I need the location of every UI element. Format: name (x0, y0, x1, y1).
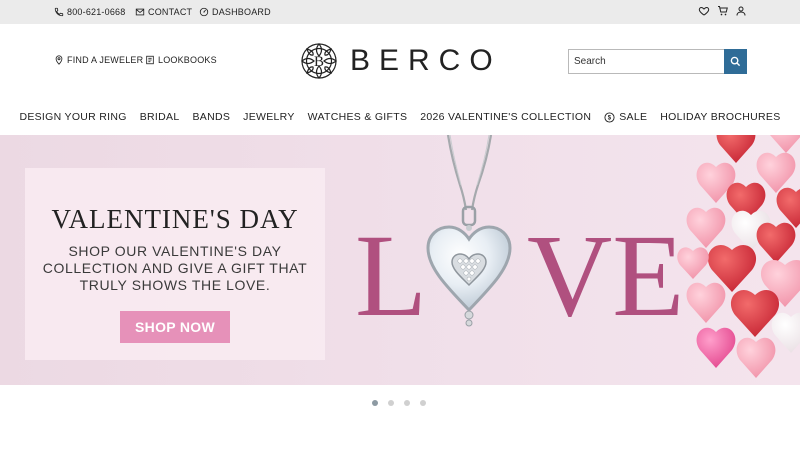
find-jeweler-link[interactable]: FIND A JEWELER (54, 55, 143, 65)
nav-label: BANDS (192, 111, 231, 123)
love-letter-l: L (355, 210, 427, 341)
promo-title: VALENTINE'S DAY (51, 204, 299, 234)
heart-icon[interactable] (698, 5, 710, 17)
carousel-dot-4[interactable] (420, 400, 426, 406)
nav-watches-gifts[interactable]: WATCHES & GIFTS (301, 111, 414, 123)
carousel-dot-2[interactable] (388, 400, 394, 406)
contact-label: CONTACT (148, 7, 193, 17)
site-header: FIND A JEWELER LOOKBOOKS B BERCO (0, 24, 800, 100)
nav-label: JEWELRY (243, 111, 295, 123)
nav-jewelry[interactable]: JEWELRY (237, 111, 302, 123)
utility-bar: 800-621-0668 CONTACT DASHBOARD (0, 0, 800, 24)
nav-bands[interactable]: BANDS (186, 111, 237, 123)
love-letters-ve: VE (527, 210, 684, 341)
dollar-circle-icon: $ (604, 111, 615, 123)
berco-logo[interactable]: B BERCO (300, 42, 502, 80)
nav-sale[interactable]: $ SALE (598, 111, 654, 123)
lookbooks-link[interactable]: LOOKBOOKS (145, 55, 217, 65)
carousel-dots (372, 400, 426, 406)
nav-label: 2026 VALENTINE'S COLLECTION (420, 111, 592, 123)
carousel-dot-1[interactable] (372, 400, 378, 406)
search-icon (730, 56, 741, 67)
nav-label: HOLIDAY BROCHURES (660, 111, 781, 123)
hero-banner[interactable]: L VE VALENTINE'S DAY SHOP OUR VALENTINE'… (0, 135, 800, 385)
phone-link[interactable]: 800-621-0668 (54, 0, 125, 24)
promo-panel: VALENTINE'S DAY SHOP OUR VALENTINE'S DAY… (25, 168, 325, 360)
nav-label: DESIGN YOUR RING (19, 111, 127, 123)
main-nav: DESIGN YOUR RING BRIDAL BANDS JEWELRY WA… (0, 104, 800, 130)
promo-subtitle: SHOP OUR VALENTINE'S DAY COLLECTION AND … (42, 243, 308, 293)
dashboard-icon (199, 7, 209, 17)
nav-label: WATCHES & GIFTS (307, 111, 408, 123)
dashboard-link[interactable]: DASHBOARD (199, 0, 271, 24)
svg-text:B: B (314, 54, 324, 70)
nav-valentines-collection[interactable]: 2026 VALENTINE'S COLLECTION (414, 111, 598, 123)
logo-emblem-icon: B (301, 43, 337, 79)
user-icon[interactable] (735, 5, 747, 17)
phone-number: 800-621-0668 (67, 7, 126, 17)
nav-bridal[interactable]: BRIDAL (133, 111, 186, 123)
cart-icon[interactable] (717, 5, 729, 17)
nav-design-your-ring[interactable]: DESIGN YOUR RING (13, 111, 133, 123)
logo-wordmark: BERCO (350, 44, 502, 77)
contact-link[interactable]: CONTACT (135, 0, 192, 24)
mail-icon (135, 8, 145, 16)
search-button[interactable] (724, 49, 747, 74)
find-jeweler-label: FIND A JEWELER (67, 55, 144, 65)
dashboard-label: DASHBOARD (212, 7, 271, 17)
nav-label: BRIDAL (139, 111, 180, 123)
phone-icon (54, 7, 64, 17)
svg-text:$: $ (608, 115, 612, 121)
shop-now-button[interactable]: SHOP NOW (120, 311, 230, 343)
nav-holiday-brochures[interactable]: HOLIDAY BROCHURES (654, 111, 787, 123)
book-icon (146, 55, 154, 65)
carousel-dot-3[interactable] (404, 400, 410, 406)
map-pin-icon (55, 55, 63, 65)
lookbooks-label: LOOKBOOKS (158, 55, 217, 65)
search-input[interactable] (568, 49, 725, 74)
nav-label: SALE (619, 111, 648, 123)
